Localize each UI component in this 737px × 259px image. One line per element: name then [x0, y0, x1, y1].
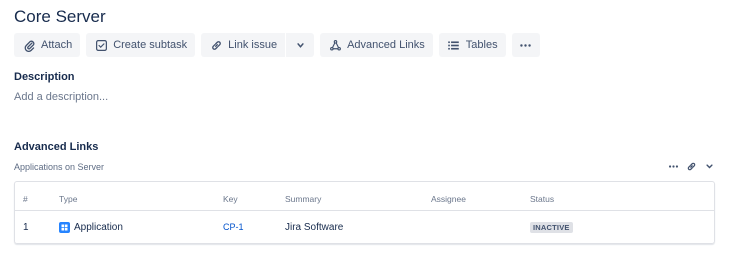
description-field[interactable]: Add a description... — [14, 91, 108, 103]
link-issue-button[interactable]: Link issue — [201, 33, 285, 57]
create-subtask-label: Create subtask — [113, 39, 188, 51]
row-key-link[interactable]: CP-1 — [223, 222, 244, 232]
column-header-key: Key — [223, 194, 238, 204]
row-type: Application — [59, 222, 123, 233]
column-header-assignee: Assignee — [431, 194, 466, 204]
column-header-type: Type — [59, 194, 78, 204]
column-header-summary: Summary — [285, 194, 322, 204]
column-header-status: Status — [530, 194, 555, 204]
row-status: INACTIVE — [530, 222, 573, 233]
issue-title: Core Server — [14, 7, 106, 26]
more-actions-button[interactable] — [511, 33, 540, 57]
chevron-down-icon — [293, 38, 307, 52]
link-issue-split-button: Link issue — [201, 33, 315, 57]
link-icon — [209, 38, 223, 52]
advanced-links-label: Advanced Links — [347, 39, 425, 51]
advanced-links-table: # Type Key Summary Assignee Status 1 App… — [14, 181, 715, 244]
more-horizontal-icon[interactable] — [667, 160, 679, 172]
tables-button[interactable]: Tables — [438, 33, 506, 57]
advanced-links-heading: Advanced Links — [14, 141, 99, 153]
status-badge: INACTIVE — [530, 222, 573, 233]
link-issue-label: Link issue — [228, 39, 278, 51]
column-header-number: # — [23, 194, 28, 204]
subtask-icon — [94, 38, 108, 52]
network-icon — [328, 38, 342, 52]
description-heading: Description — [14, 71, 75, 83]
create-subtask-button[interactable]: Create subtask — [86, 33, 196, 57]
issue-toolbar: Attach Create subtask Link issue Advance… — [14, 33, 546, 57]
advanced-links-subheading: Applications on Server — [14, 162, 105, 172]
row-summary: Jira Software — [285, 222, 344, 233]
table-header: # Type Key Summary Assignee Status — [15, 182, 714, 211]
link-icon[interactable] — [685, 160, 697, 172]
advanced-links-actions — [667, 160, 715, 172]
advanced-links-button[interactable]: Advanced Links — [320, 33, 433, 57]
attach-button[interactable]: Attach — [14, 33, 81, 57]
table-list-icon — [447, 38, 461, 52]
row-type-label: Application — [74, 222, 123, 233]
application-icon — [59, 222, 70, 233]
chevron-down-icon[interactable] — [703, 160, 715, 172]
paperclip-icon — [22, 38, 36, 52]
attach-label: Attach — [41, 39, 73, 51]
link-issue-dropdown-button[interactable] — [286, 33, 314, 57]
tables-label: Tables — [465, 39, 498, 51]
row-number: 1 — [23, 222, 29, 233]
more-horizontal-icon — [519, 38, 533, 52]
